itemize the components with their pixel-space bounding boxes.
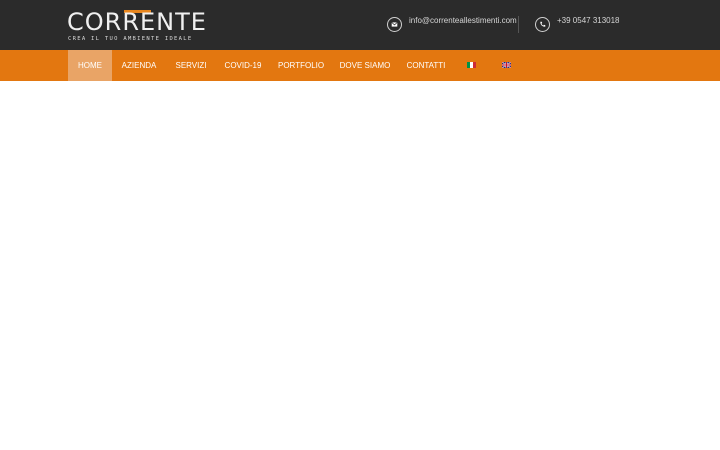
nav-dove-siamo[interactable]: DOVE SIAMO [338,50,392,81]
phone-icon [535,17,550,32]
envelope-icon [387,17,402,32]
nav-portfolio[interactable]: PORTFOLIO [278,50,324,81]
nav-covid-19[interactable]: COVID-19 [222,50,264,81]
phone-link[interactable]: +39 0547 313018 [557,16,620,26]
main-navigation: HOME AZIENDA SERVIZI COVID-19 PORTFOLIO … [0,50,720,81]
page: CORRENTE CREA IL TUO AMBIENTE IDEALE inf… [0,0,720,450]
nav-contatti[interactable]: CONTATTI [404,50,448,81]
nav-home[interactable]: HOME [68,50,112,81]
main-content-area [0,81,720,450]
brand-logo[interactable]: CORRENTE CREA IL TUO AMBIENTE IDEALE [67,9,206,45]
contact-divider [518,16,519,33]
nav-servizi[interactable]: SERVIZI [171,50,211,81]
brand-name: CORRENTE [67,8,207,36]
italian-flag-icon[interactable] [467,62,476,68]
email-link[interactable]: info@correnteallestimenti.com [409,16,517,26]
english-flag-icon[interactable] [502,62,511,68]
top-header: CORRENTE CREA IL TUO AMBIENTE IDEALE inf… [0,0,720,50]
brand-tagline: CREA IL TUO AMBIENTE IDEALE [68,36,193,42]
nav-azienda[interactable]: AZIENDA [118,50,160,81]
